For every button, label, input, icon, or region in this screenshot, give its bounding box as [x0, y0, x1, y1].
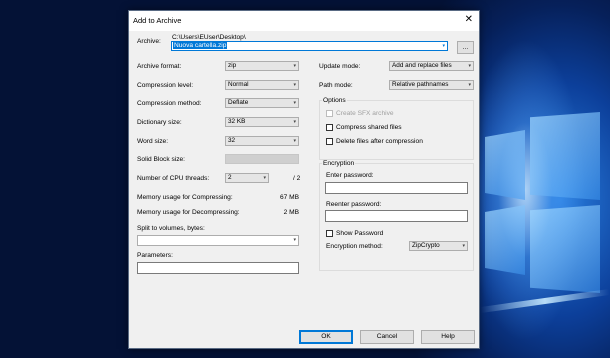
word-size-label: Word size: [137, 138, 169, 145]
memory-compress-value: 67 MB [279, 194, 299, 201]
compression-method-select[interactable]: Deflate ▾ [225, 98, 299, 108]
memory-compress-label: Memory usage for Compressing: [137, 194, 233, 201]
chevron-down-icon: ▾ [442, 43, 445, 49]
split-volumes-combo[interactable]: ▾ [137, 235, 299, 246]
ok-button[interactable]: OK [299, 330, 353, 344]
parameters-input[interactable] [137, 262, 299, 274]
encryption-group-title: Encryption [322, 160, 356, 167]
solid-block-select [225, 154, 299, 164]
chevron-down-icon: ▾ [468, 63, 471, 69]
chevron-down-icon: ▾ [293, 119, 296, 125]
delete-after-label: Delete files after compression [336, 138, 423, 145]
compression-level-select[interactable]: Normal ▾ [225, 80, 299, 90]
wallpaper-window-pane [485, 205, 525, 275]
cpu-threads-max: / 2 [293, 175, 301, 182]
dictionary-size-label: Dictionary size: [137, 119, 182, 126]
wallpaper-window-pane [485, 130, 525, 200]
archive-path: C:\Users\EUser\Desktop\ [172, 34, 246, 41]
close-icon[interactable]: ✕ [465, 14, 473, 26]
add-to-archive-dialog: Add to Archive ✕ Archive: C:\Users\EUser… [128, 10, 480, 349]
word-size-select[interactable]: 32 ▾ [225, 136, 299, 146]
enter-password-input[interactable] [325, 182, 468, 194]
solid-block-label: Solid Block size: [137, 156, 186, 163]
cpu-threads-select[interactable]: 2 ▾ [225, 173, 269, 183]
reenter-password-input[interactable] [325, 210, 468, 222]
parameters-label: Parameters: [137, 252, 173, 259]
enter-password-label: Enter password: [326, 172, 374, 179]
archive-format-select[interactable]: zip ▾ [225, 61, 299, 71]
create-sfx-label: Create SFX archive [336, 110, 394, 117]
help-button[interactable]: Help [421, 330, 475, 344]
chevron-down-icon: ▾ [293, 100, 296, 106]
cpu-threads-label: Number of CPU threads: [137, 175, 210, 182]
wallpaper-window-pane [530, 112, 600, 200]
archive-filename: Nuova cartella.zip [173, 42, 228, 49]
chevron-down-icon: ▾ [293, 82, 296, 88]
compress-shared-label: Compress shared files [336, 124, 402, 131]
archive-name-combo[interactable]: Nuova cartella.zip ▾ [171, 41, 448, 51]
archive-format-label: Archive format: [137, 63, 182, 70]
memory-decompress-label: Memory usage for Decompressing: [137, 209, 240, 216]
encryption-method-label: Encryption method: [326, 243, 383, 250]
compression-level-label: Compression level: [137, 82, 194, 89]
wallpaper-light-beam [480, 288, 610, 314]
archive-label: Archive: [137, 38, 161, 45]
chevron-down-icon: ▾ [293, 63, 296, 69]
path-mode-select[interactable]: Relative pathnames ▾ [389, 80, 474, 90]
show-password-label: Show Password [336, 230, 384, 237]
wallpaper-window-pane [530, 205, 600, 293]
update-mode-label: Update mode: [319, 63, 361, 70]
delete-after-checkbox[interactable] [326, 138, 333, 145]
compression-method-label: Compression method: [137, 100, 202, 107]
chevron-down-icon: ▾ [263, 175, 266, 181]
dialog-title: Add to Archive [133, 16, 182, 25]
cancel-button[interactable]: Cancel [360, 330, 414, 344]
create-sfx-checkbox [326, 110, 333, 117]
encryption-method-select[interactable]: ZipCrypto ▾ [409, 241, 468, 251]
chevron-down-icon: ▾ [293, 237, 296, 243]
title-bar: Add to Archive ✕ [129, 11, 479, 31]
chevron-down-icon: ▾ [293, 138, 296, 144]
options-group-title: Options [322, 97, 347, 104]
reenter-password-label: Reenter password: [326, 201, 382, 208]
chevron-down-icon: ▾ [468, 82, 471, 88]
show-password-checkbox[interactable] [326, 230, 333, 237]
browse-button[interactable]: ... [457, 41, 474, 54]
compress-shared-checkbox[interactable] [326, 124, 333, 131]
path-mode-label: Path mode: [319, 82, 353, 89]
dictionary-size-select[interactable]: 32 KB ▾ [225, 117, 299, 127]
chevron-down-icon: ▾ [462, 243, 465, 249]
split-volumes-label: Split to volumes, bytes: [137, 225, 205, 232]
memory-decompress-value: 2 MB [283, 209, 299, 216]
update-mode-select[interactable]: Add and replace files ▾ [389, 61, 474, 71]
